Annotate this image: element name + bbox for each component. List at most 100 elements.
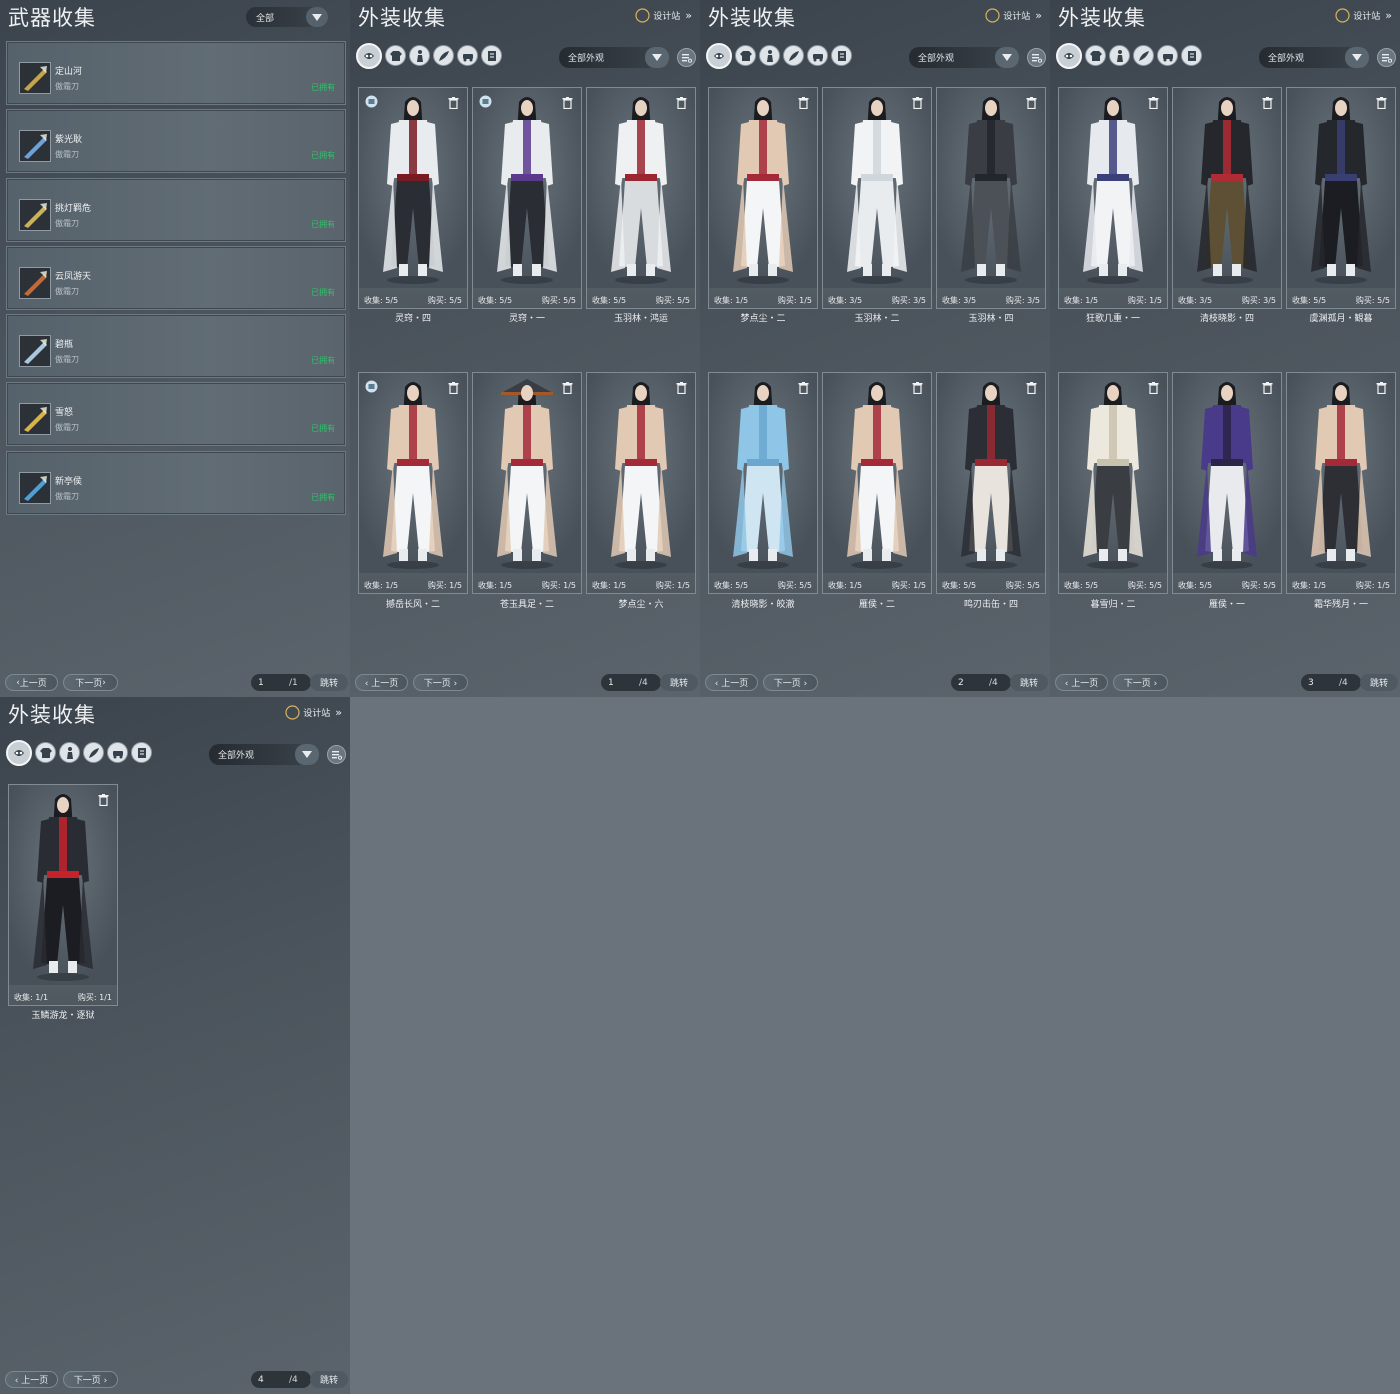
outfit-card[interactable]: 收集: 5/5 购买: 5/5 xyxy=(1058,372,1168,594)
designer-station-link[interactable]: 设计站 » xyxy=(985,8,1042,23)
tab-figure-icon[interactable] xyxy=(409,45,430,66)
next-page-button[interactable]: 下一页 › xyxy=(1113,674,1168,691)
trash-icon[interactable] xyxy=(1262,379,1273,395)
settings-icon[interactable] xyxy=(327,745,346,764)
prev-page-button[interactable]: ‹ 上一页 xyxy=(5,1371,58,1388)
outfit-card[interactable]: 收集: 5/5 购买: 5/5 xyxy=(1172,372,1282,594)
tab-feather-icon[interactable] xyxy=(783,45,804,66)
tab-feather-icon[interactable] xyxy=(83,742,104,763)
outfit-card[interactable]: 收集: 1/1 购买: 1/1 xyxy=(8,784,118,1006)
chevron-down-icon[interactable] xyxy=(295,744,319,765)
appearance-filter-select[interactable]: 全部外观 xyxy=(1259,47,1369,68)
next-page-button[interactable]: 下一页 › xyxy=(763,674,818,691)
trash-icon[interactable] xyxy=(912,379,923,395)
tab-figure-icon[interactable] xyxy=(1109,45,1130,66)
outfit-card[interactable]: 收集: 5/5 购买: 5/5 xyxy=(936,372,1046,594)
appearance-filter-select[interactable]: 全部外观 xyxy=(209,744,319,765)
trash-icon[interactable] xyxy=(562,379,573,395)
tab-car-icon[interactable] xyxy=(457,45,478,66)
trash-icon[interactable] xyxy=(676,379,687,395)
prev-page-button[interactable]: ‹ 上一页 xyxy=(5,674,58,691)
tab-mask-icon[interactable] xyxy=(356,43,382,69)
outfit-card[interactable]: 收集: 3/5 购买: 3/5 xyxy=(1172,87,1282,309)
tab-scroll-icon[interactable] xyxy=(831,45,852,66)
appearance-filter-select[interactable]: 全部外观 xyxy=(559,47,669,68)
next-page-button[interactable]: 下一页 › xyxy=(413,674,468,691)
jump-button[interactable]: 跳转 xyxy=(1010,674,1048,691)
outfit-card[interactable]: 收集: 5/5 购买: 5/5 xyxy=(1286,87,1396,309)
outfit-card[interactable]: 收集: 1/5 购买: 1/5 xyxy=(358,372,468,594)
page-input[interactable]: 2 xyxy=(951,674,1011,691)
tab-mask-icon[interactable] xyxy=(706,43,732,69)
outfit-card[interactable]: 收集: 1/5 购买: 1/5 xyxy=(708,87,818,309)
trash-icon[interactable] xyxy=(912,94,923,110)
trash-icon[interactable] xyxy=(1262,94,1273,110)
tab-scroll-icon[interactable] xyxy=(131,742,152,763)
settings-icon[interactable] xyxy=(677,48,696,67)
trash-icon[interactable] xyxy=(1148,379,1159,395)
trash-icon[interactable] xyxy=(1026,94,1037,110)
designer-station-link[interactable]: 设计站 » xyxy=(285,705,342,720)
chevron-down-icon[interactable] xyxy=(1345,47,1369,68)
tab-mask-icon[interactable] xyxy=(1056,43,1082,69)
tab-feather-icon[interactable] xyxy=(433,45,454,66)
trash-icon[interactable] xyxy=(1148,94,1159,110)
jump-button[interactable]: 跳转 xyxy=(310,674,348,691)
outfit-card[interactable]: 收集: 1/5 购买: 1/5 xyxy=(586,372,696,594)
next-page-button[interactable]: 下一页 › xyxy=(63,1371,118,1388)
settings-icon[interactable] xyxy=(1027,48,1046,67)
weapon-filter-select[interactable]: 全部 xyxy=(246,7,328,27)
prev-page-button[interactable]: ‹ 上一页 xyxy=(1055,674,1108,691)
page-input[interactable]: 1 xyxy=(601,674,661,691)
outfit-card[interactable]: 收集: 3/5 购买: 3/5 xyxy=(936,87,1046,309)
tab-scroll-icon[interactable] xyxy=(481,45,502,66)
tab-mask-icon[interactable] xyxy=(6,740,32,766)
tab-car-icon[interactable] xyxy=(1157,45,1178,66)
outfit-card[interactable]: 收集: 1/5 购买: 1/5 xyxy=(822,372,932,594)
outfit-card[interactable]: 收集: 5/5 购买: 5/5 xyxy=(472,87,582,309)
trash-icon[interactable] xyxy=(798,94,809,110)
tab-car-icon[interactable] xyxy=(807,45,828,66)
weapon-list-item[interactable]: 定山河 傲霜刀 已拥有 xyxy=(6,41,346,105)
tab-shirt-icon[interactable] xyxy=(1085,45,1106,66)
trash-icon[interactable] xyxy=(562,94,573,110)
weapon-list-item[interactable]: 新亭侯 傲霜刀 已拥有 xyxy=(6,450,346,515)
trash-icon[interactable] xyxy=(448,94,459,110)
chevron-down-icon[interactable] xyxy=(995,47,1019,68)
jump-button[interactable]: 跳转 xyxy=(1360,674,1398,691)
prev-page-button[interactable]: ‹ 上一页 xyxy=(705,674,758,691)
designer-station-link[interactable]: 设计站 » xyxy=(1335,8,1392,23)
weapon-list-item[interactable]: 挑灯羁危 傲霜刀 已拥有 xyxy=(6,177,346,242)
outfit-card[interactable]: 收集: 1/5 购买: 1/5 xyxy=(472,372,582,594)
next-page-button[interactable]: 下一页 › xyxy=(63,674,118,691)
jump-button[interactable]: 跳转 xyxy=(310,1371,348,1388)
tab-figure-icon[interactable] xyxy=(759,45,780,66)
trash-icon[interactable] xyxy=(676,94,687,110)
outfit-card[interactable]: 收集: 1/5 购买: 1/5 xyxy=(1286,372,1396,594)
chevron-down-icon[interactable] xyxy=(306,7,328,27)
outfit-card[interactable]: 收集: 5/5 购买: 5/5 xyxy=(708,372,818,594)
outfit-card[interactable]: 收集: 1/5 购买: 1/5 xyxy=(1058,87,1168,309)
tab-figure-icon[interactable] xyxy=(59,742,80,763)
trash-icon[interactable] xyxy=(98,791,109,807)
trash-icon[interactable] xyxy=(448,379,459,395)
page-input[interactable]: 3 xyxy=(1301,674,1361,691)
weapon-list-item[interactable]: 雪怒 傲霜刀 已拥有 xyxy=(6,382,346,447)
tab-shirt-icon[interactable] xyxy=(385,45,406,66)
weapon-list-item[interactable]: 碧瓶 傲霜刀 已拥有 xyxy=(6,314,346,379)
trash-icon[interactable] xyxy=(798,379,809,395)
settings-icon[interactable] xyxy=(1377,48,1396,67)
jump-button[interactable]: 跳转 xyxy=(660,674,698,691)
outfit-card[interactable]: 收集: 5/5 购买: 5/5 xyxy=(358,87,468,309)
weapon-list-item[interactable]: 云凤游天 傲霜刀 已拥有 xyxy=(6,245,346,310)
page-input[interactable]: 1 xyxy=(251,674,311,691)
tab-car-icon[interactable] xyxy=(107,742,128,763)
trash-icon[interactable] xyxy=(1026,379,1037,395)
appearance-filter-select[interactable]: 全部外观 xyxy=(909,47,1019,68)
tab-scroll-icon[interactable] xyxy=(1181,45,1202,66)
page-input[interactable]: 4 xyxy=(251,1371,311,1388)
outfit-card[interactable]: 收集: 3/5 购买: 3/5 xyxy=(822,87,932,309)
tab-shirt-icon[interactable] xyxy=(735,45,756,66)
outfit-card[interactable]: 收集: 5/5 购买: 5/5 xyxy=(586,87,696,309)
tab-feather-icon[interactable] xyxy=(1133,45,1154,66)
